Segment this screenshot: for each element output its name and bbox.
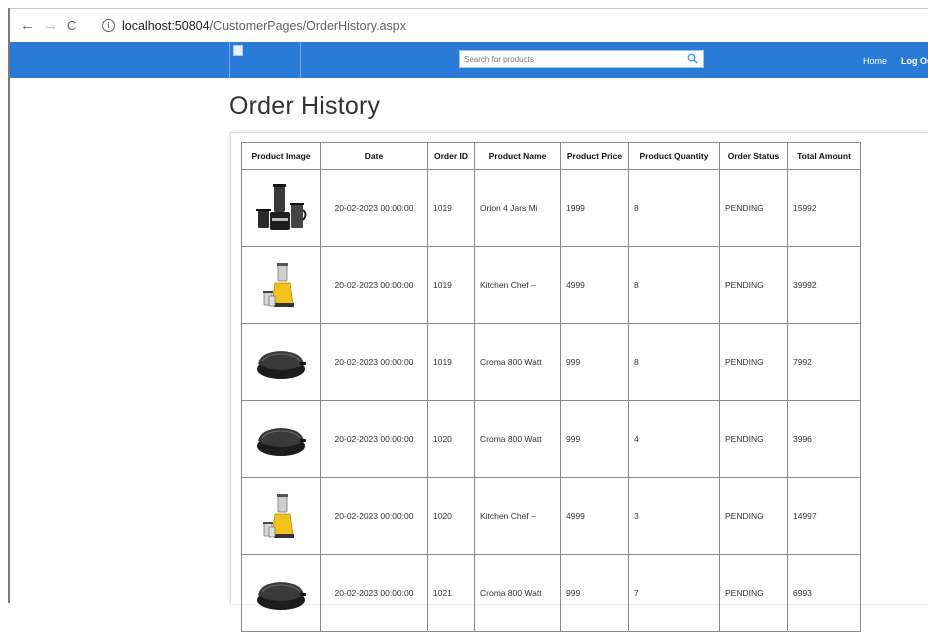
- column-header-product-quantity: Product Quantity: [628, 142, 720, 170]
- browser-toolbar: ← → C i localhost:50804/CustomerPages/Or…: [10, 9, 928, 42]
- product-quantity-cell: 8: [628, 169, 720, 247]
- product-image-cell: [241, 323, 321, 401]
- total-amount-cell: 6993: [787, 554, 861, 632]
- table-row: 20-02-2023 00:00:00 1019 Orion 4 Jars Mi 19…: [241, 169, 861, 247]
- order-id-cell: 1019: [427, 246, 475, 324]
- url-host: localhost:50804: [122, 19, 210, 33]
- site-logo[interactable]: [229, 42, 301, 78]
- order-date-cell: 20-02-2023 00:00:00: [320, 323, 428, 401]
- product-quantity-cell: 3: [628, 477, 720, 555]
- product-name-cell: Orion 4 Jars Mi: [474, 169, 561, 247]
- table-row: 20-02-2023 00:00:00 1019 Croma 800 Watt 999…: [241, 323, 861, 401]
- column-header-order-id: Order ID: [427, 142, 475, 170]
- table-body: 20-02-2023 00:00:00 1019 Orion 4 Jars Mi 19…: [241, 169, 861, 632]
- total-amount-cell: 7992: [787, 323, 861, 401]
- back-arrow-icon[interactable]: ←: [20, 18, 35, 34]
- search-input[interactable]: [459, 50, 704, 68]
- order-date-cell: 20-02-2023 00:00:00: [320, 400, 428, 478]
- product-price-cell: 999: [560, 323, 629, 401]
- order-status-cell: PENDING: [719, 400, 788, 478]
- product-image-cell: [241, 169, 321, 247]
- order-history-table: Product Image Date Order ID Product Name…: [241, 142, 861, 632]
- window-left-border: [8, 8, 10, 603]
- product-image-cell: [241, 400, 321, 478]
- order-status-cell: PENDING: [719, 323, 788, 401]
- total-amount-cell: 15992: [787, 169, 861, 247]
- order-id-cell: 1020: [427, 400, 475, 478]
- product-image: [257, 351, 306, 379]
- product-quantity-cell: 8: [628, 246, 720, 324]
- product-name-cell: Croma 800 Watt: [474, 323, 561, 401]
- total-amount-cell: 14997: [787, 477, 861, 555]
- product-image: [257, 582, 306, 610]
- product-name-cell: Kitchen Chef –: [474, 477, 561, 555]
- table-row: 20-02-2023 00:00:00 1021 Croma 800 Watt 999…: [241, 554, 861, 632]
- product-image: [263, 494, 294, 538]
- browser-window: ← → C i localhost:50804/CustomerPages/Or…: [0, 0, 928, 632]
- product-price-cell: 1999: [560, 169, 629, 247]
- product-name-cell: Kitchen Chef –: [474, 246, 561, 324]
- product-price-cell: 999: [560, 400, 629, 478]
- total-amount-cell: 3996: [787, 400, 861, 478]
- order-date-cell: 20-02-2023 00:00:00: [320, 246, 428, 324]
- forward-arrow-icon[interactable]: →: [43, 18, 58, 34]
- order-date-cell: 20-02-2023 00:00:00: [320, 169, 428, 247]
- order-id-cell: 1019: [427, 169, 475, 247]
- order-status-cell: PENDING: [719, 169, 788, 247]
- table-row: 20-02-2023 00:00:00 1019 Kitchen Chef –499…: [241, 246, 861, 324]
- product-image: [257, 428, 306, 456]
- order-date-cell: 20-02-2023 00:00:00: [320, 554, 428, 632]
- column-header-order-status: Order Status: [719, 142, 788, 170]
- product-image: [263, 263, 294, 307]
- product-quantity-cell: 4: [628, 400, 720, 478]
- product-quantity-cell: 8: [628, 323, 720, 401]
- site-header: Home Log Out: [10, 42, 928, 78]
- order-status-cell: PENDING: [719, 246, 788, 324]
- page-title: Order History: [229, 92, 381, 120]
- total-amount-cell: 39992: [787, 246, 861, 324]
- product-name-cell: Croma 800 Watt: [474, 554, 561, 632]
- table-row: 20-02-2023 00:00:00 1020 Croma 800 Watt 999…: [241, 400, 861, 478]
- product-image: [256, 184, 307, 230]
- column-header-product-price: Product Price: [560, 142, 629, 170]
- order-id-cell: 1020: [427, 477, 475, 555]
- product-image-cell: [241, 246, 321, 324]
- broken-image-icon: [233, 45, 243, 56]
- site-info-icon[interactable]: i: [102, 19, 115, 32]
- order-date-cell: 20-02-2023 00:00:00: [320, 477, 428, 555]
- product-quantity-cell: 7: [628, 554, 720, 632]
- product-image-cell: [241, 477, 321, 555]
- product-price-cell: 4999: [560, 477, 629, 555]
- order-id-cell: 1021: [427, 554, 475, 632]
- order-status-cell: PENDING: [719, 477, 788, 555]
- table-row: 20-02-2023 00:00:00 1020 Kitchen Chef –499…: [241, 477, 861, 555]
- table-header-row: Product Image Date Order ID Product Name…: [241, 142, 861, 170]
- url-text[interactable]: localhost:50804/CustomerPages/OrderHisto…: [122, 19, 406, 33]
- order-status-cell: PENDING: [719, 554, 788, 632]
- product-name-cell: Croma 800 Watt: [474, 400, 561, 478]
- product-price-cell: 999: [560, 554, 629, 632]
- column-header-product-name: Product Name: [474, 142, 561, 170]
- product-price-cell: 4999: [560, 246, 629, 324]
- reload-icon[interactable]: C: [67, 18, 76, 34]
- order-table-card: Product Image Date Order ID Product Name…: [230, 132, 928, 632]
- column-header-total-amount: Total Amount: [787, 142, 861, 170]
- nav-home-link[interactable]: Home: [863, 56, 887, 66]
- column-header-date: Date: [320, 142, 428, 170]
- product-image-cell: [241, 554, 321, 632]
- nav-logout-link[interactable]: Log Out: [901, 56, 928, 66]
- url-path: /CustomerPages/OrderHistory.aspx: [209, 19, 406, 33]
- column-header-product-image: Product Image: [241, 142, 321, 170]
- order-id-cell: 1019: [427, 323, 475, 401]
- search-icon[interactable]: [687, 53, 698, 64]
